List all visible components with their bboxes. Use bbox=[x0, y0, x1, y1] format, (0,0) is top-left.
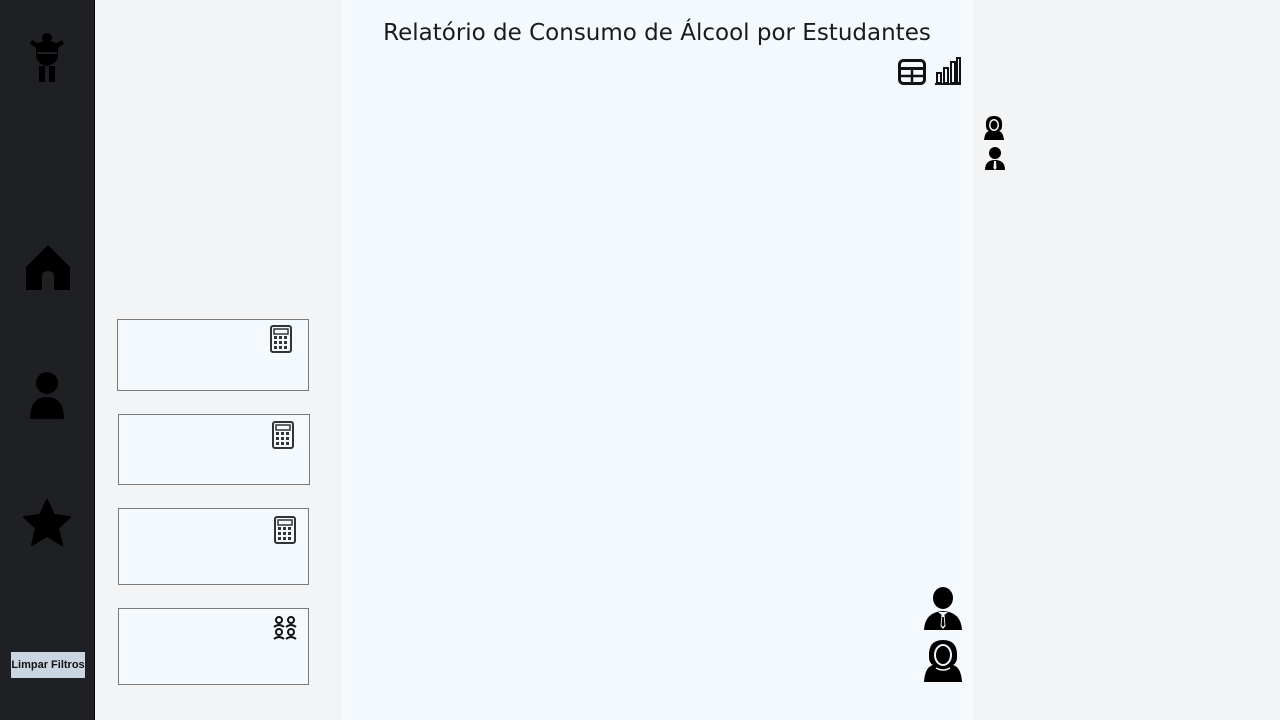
star-icon[interactable] bbox=[22, 498, 72, 548]
page-title: Relatório de Consumo de Álcool por Estud… bbox=[383, 20, 931, 46]
male-icon bbox=[984, 146, 1006, 170]
home-icon[interactable] bbox=[24, 243, 72, 291]
right-panel bbox=[973, 0, 1280, 720]
clear-filters-button[interactable]: Limpar Filtros bbox=[11, 652, 85, 678]
report-canvas bbox=[341, 0, 973, 720]
calculator-icon bbox=[272, 421, 294, 449]
kpi-card bbox=[117, 319, 309, 391]
bar-chart-icon[interactable] bbox=[934, 57, 962, 85]
calculator-icon bbox=[270, 325, 292, 353]
sidebar bbox=[0, 0, 95, 720]
logo-icon bbox=[28, 30, 68, 84]
male-icon bbox=[923, 586, 963, 630]
group-icon bbox=[272, 615, 298, 641]
female-icon bbox=[923, 639, 963, 683]
table-icon[interactable] bbox=[898, 59, 926, 85]
calculator-icon bbox=[274, 516, 296, 544]
kpi-card bbox=[118, 508, 309, 585]
kpi-card bbox=[118, 608, 309, 685]
kpi-card bbox=[118, 414, 310, 485]
female-icon bbox=[982, 115, 1006, 141]
person-icon[interactable] bbox=[28, 371, 66, 419]
